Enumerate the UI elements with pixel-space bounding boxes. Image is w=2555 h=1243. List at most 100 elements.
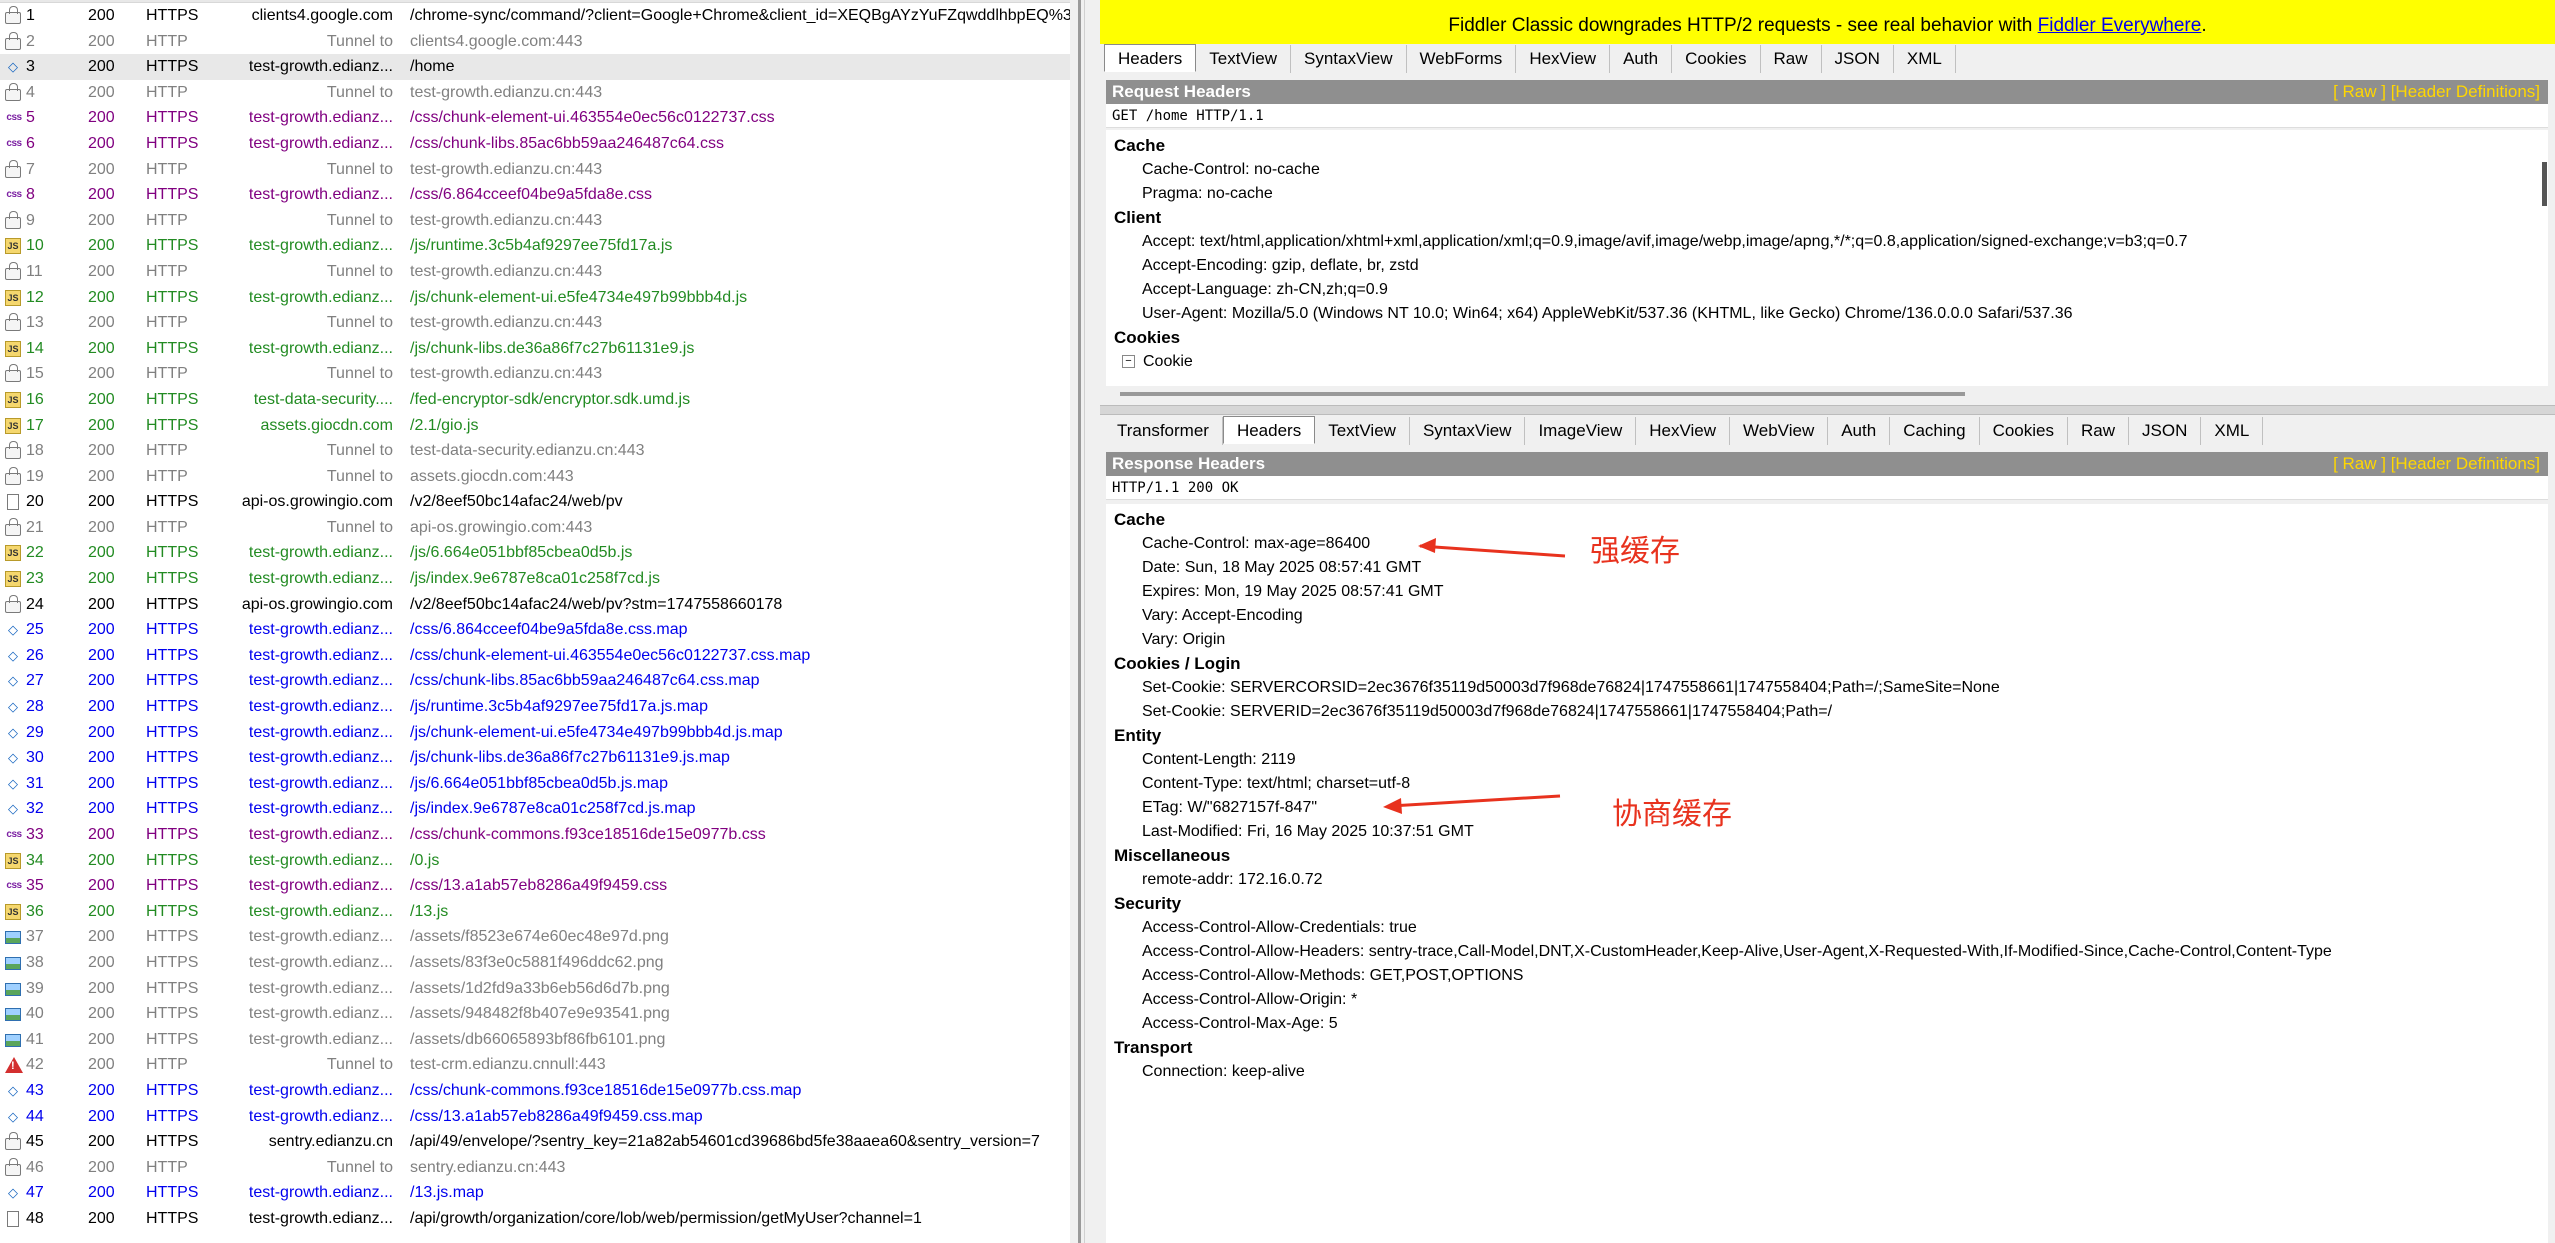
session-row[interactable]: ◇ 26 200 HTTPS test-growth.edianz... /css/chu… bbox=[0, 643, 1070, 669]
session-row[interactable]: 11 200 HTTP Tunnel to test-growth.edianzu.cn… bbox=[0, 259, 1070, 285]
session-row[interactable]: 4 200 HTTP Tunnel to test-growth.edianzu.cn:… bbox=[0, 80, 1070, 106]
session-row[interactable]: 48 200 HTTPS test-growth.edianz... /api/grow… bbox=[0, 1206, 1070, 1232]
session-row[interactable]: 37 200 HTTPS test-growth.edianz... /assets/f… bbox=[0, 924, 1070, 950]
session-row[interactable]: JS 34 200 HTTPS test-growth.edianz... /0.js bbox=[0, 848, 1070, 874]
header-item[interactable]: Access-Control-Max-Age: 5 bbox=[1106, 1012, 2548, 1036]
session-row[interactable]: JS 10 200 HTTPS test-growth.edianz... /js/run… bbox=[0, 233, 1070, 259]
header-item[interactable]: Set-Cookie: SERVERCORSID=2ec3676f35119d5… bbox=[1106, 676, 2548, 700]
session-row[interactable]: 45 200 HTTPS sentry.edianzu.cn/api/49/envel… bbox=[0, 1129, 1070, 1155]
session-row[interactable]: 20 200 HTTPS api-os.growingio.com/v2/8eef50… bbox=[0, 489, 1070, 515]
header-item[interactable]: Access-Control-Allow-Methods: GET,POST,O… bbox=[1106, 964, 2548, 988]
session-row[interactable]: JS 23 200 HTTPS test-growth.edianz... /js/ind… bbox=[0, 566, 1070, 592]
request-header-links[interactable]: [ Raw ] [Header Definitions] bbox=[2333, 80, 2540, 104]
session-row[interactable]: ◇ 30 200 HTTPS test-growth.edianz... /js/chun… bbox=[0, 745, 1070, 771]
session-row[interactable]: 19 200 HTTP Tunnel to assets.giocdn.com:443 bbox=[0, 464, 1070, 490]
tab-textview[interactable]: TextView bbox=[1196, 45, 1291, 73]
header-item[interactable]: Connection: keep-alive bbox=[1106, 1060, 2548, 1084]
session-row[interactable]: JS 12 200 HTTPS test-growth.edianz... /js/chu… bbox=[0, 285, 1070, 311]
session-row[interactable]: ◇ 47 200 HTTPS test-growth.edianz... /13.js.m… bbox=[0, 1180, 1070, 1206]
header-item[interactable]: Cache-Control: no-cache bbox=[1106, 158, 2548, 182]
session-row[interactable]: ◇ 44 200 HTTPS test-growth.edianz... /css/13.… bbox=[0, 1104, 1070, 1130]
header-item[interactable]: Vary: Origin bbox=[1106, 628, 2548, 652]
tab-textview[interactable]: TextView bbox=[1315, 417, 1410, 445]
session-row[interactable]: JS 36 200 HTTPS test-growth.edianz... /13.js bbox=[0, 899, 1070, 925]
tab-raw[interactable]: Raw bbox=[2068, 417, 2130, 445]
header-item[interactable]: Set-Cookie: SERVERID=2ec3676f35119d50003… bbox=[1106, 700, 2548, 724]
header-item[interactable]: Pragma: no-cache bbox=[1106, 182, 2548, 206]
tab-webforms[interactable]: WebForms bbox=[1407, 45, 1517, 73]
pane-splitter[interactable] bbox=[1070, 0, 1100, 1243]
tab-cookies[interactable]: Cookies bbox=[1980, 417, 2068, 445]
header-item[interactable]: Accept-Encoding: gzip, deflate, br, zstd bbox=[1106, 254, 2548, 278]
session-row[interactable]: ◇ 28 200 HTTPS test-growth.edianz... /js/runt… bbox=[0, 694, 1070, 720]
session-list[interactable]: 1 200 HTTPS clients4.google.com/chrome-sync… bbox=[0, 0, 1070, 1243]
session-row[interactable]: css 35 200 HTTPS test-growth.edianz... /css/1… bbox=[0, 873, 1070, 899]
session-row[interactable]: 13 200 HTTP Tunnel to test-growth.edianzu.cn… bbox=[0, 310, 1070, 336]
session-row[interactable]: 24 200 HTTPS api-os.growingio.com/v2/8eef50… bbox=[0, 592, 1070, 618]
header-item[interactable]: Access-Control-Allow-Credentials: true bbox=[1106, 916, 2548, 940]
cookie-tree-node[interactable]: − Cookie bbox=[1106, 350, 2548, 374]
session-row[interactable]: css 5 200 HTTPS test-growth.edianz... /css/ch… bbox=[0, 105, 1070, 131]
header-item[interactable]: Content-Length: 2119 bbox=[1106, 748, 2548, 772]
session-row[interactable]: 2 200 HTTP Tunnel to clients4.google.com:443 bbox=[0, 29, 1070, 55]
request-headers-scrollbar[interactable] bbox=[2542, 162, 2547, 206]
session-row[interactable]: ◇ 27 200 HTTPS test-growth.edianz... /css/chu… bbox=[0, 668, 1070, 694]
session-row[interactable]: ◇ 31 200 HTTPS test-growth.edianz... /js/6.66… bbox=[0, 771, 1070, 797]
session-row[interactable]: 42 200 HTTP Tunnel to test-crm.edianzu.cnnul… bbox=[0, 1052, 1070, 1078]
session-row[interactable]: ◇ 25 200 HTTPS test-growth.edianz... /css/6.8… bbox=[0, 617, 1070, 643]
header-item[interactable]: Expires: Mon, 19 May 2025 08:57:41 GMT bbox=[1106, 580, 2548, 604]
session-row[interactable]: 15 200 HTTP Tunnel to test-growth.edianzu.cn… bbox=[0, 361, 1070, 387]
session-row[interactable]: JS 16 200 HTTPS test-data-security.... /fed-e… bbox=[0, 387, 1070, 413]
session-row[interactable]: 39 200 HTTPS test-growth.edianz... /assets/1… bbox=[0, 976, 1070, 1002]
header-item[interactable]: User-Agent: Mozilla/5.0 (Windows NT 10.0… bbox=[1106, 302, 2548, 326]
session-row[interactable]: ◇ 43 200 HTTPS test-growth.edianz... /css/chu… bbox=[0, 1078, 1070, 1104]
session-row[interactable]: ◇ 32 200 HTTPS test-growth.edianz... /js/inde… bbox=[0, 796, 1070, 822]
session-row[interactable]: css 8 200 HTTPS test-growth.edianz... /css/6.… bbox=[0, 182, 1070, 208]
tab-json[interactable]: JSON bbox=[2129, 417, 2202, 445]
session-row[interactable]: 46 200 HTTP Tunnel to sentry.edianzu.cn:443 bbox=[0, 1155, 1070, 1181]
header-group[interactable]: Miscellaneous bbox=[1106, 844, 2548, 868]
tab-syntaxview[interactable]: SyntaxView bbox=[1291, 45, 1407, 73]
tab-xml[interactable]: XML bbox=[2201, 417, 2264, 445]
header-item[interactable]: Access-Control-Allow-Origin: * bbox=[1106, 988, 2548, 1012]
header-group[interactable]: Cookies bbox=[1106, 326, 2548, 350]
response-header-links[interactable]: [ Raw ] [Header Definitions] bbox=[2333, 452, 2540, 476]
request-headers-hscrollbar[interactable] bbox=[1120, 392, 1965, 396]
session-row[interactable]: 1 200 HTTPS clients4.google.com/chrome-sync… bbox=[0, 3, 1070, 29]
session-row[interactable]: 38 200 HTTPS test-growth.edianz... /assets/8… bbox=[0, 950, 1070, 976]
tab-headers[interactable]: Headers bbox=[1104, 44, 1197, 72]
tab-transformer[interactable]: Transformer bbox=[1104, 417, 1223, 445]
session-row[interactable]: JS 14 200 HTTPS test-growth.edianz... /js/chu… bbox=[0, 336, 1070, 362]
header-item[interactable]: Last-Modified: Fri, 16 May 2025 10:37:51… bbox=[1106, 820, 2548, 844]
session-row[interactable]: css 6 200 HTTPS test-growth.edianz... /css/ch… bbox=[0, 131, 1070, 157]
session-row[interactable]: 21 200 HTTP Tunnel to api-os.growingio.com:4… bbox=[0, 515, 1070, 541]
session-row[interactable]: 40 200 HTTPS test-growth.edianz... /assets/9… bbox=[0, 1001, 1070, 1027]
tab-auth[interactable]: Auth bbox=[1828, 417, 1891, 445]
session-row[interactable]: JS 17 200 HTTPS assets.giocdn.com/2.1/gio.js bbox=[0, 413, 1070, 439]
tab-hexview[interactable]: HexView bbox=[1516, 45, 1611, 73]
session-row[interactable]: 18 200 HTTP Tunnel to test-data-security.edi… bbox=[0, 438, 1070, 464]
tab-imageview[interactable]: ImageView bbox=[1525, 417, 1637, 445]
header-item[interactable]: Date: Sun, 18 May 2025 08:57:41 GMT bbox=[1106, 556, 2548, 580]
header-item[interactable]: ETag: W/"6827157f-847" bbox=[1106, 796, 2548, 820]
session-row[interactable]: ◇ 3 200 HTTPS test-growth.edianz... /home bbox=[0, 54, 1070, 80]
header-item[interactable]: remote-addr: 172.16.0.72 bbox=[1106, 868, 2548, 892]
tab-hexview[interactable]: HexView bbox=[1636, 417, 1731, 445]
header-group[interactable]: Security bbox=[1106, 892, 2548, 916]
header-item[interactable]: Content-Type: text/html; charset=utf-8 bbox=[1106, 772, 2548, 796]
header-item[interactable]: Accept: text/html,application/xhtml+xml,… bbox=[1106, 230, 2548, 254]
header-group[interactable]: Entity bbox=[1106, 724, 2548, 748]
header-group[interactable]: Transport bbox=[1106, 1036, 2548, 1060]
header-item[interactable]: Access-Control-Allow-Headers: sentry-tra… bbox=[1106, 940, 2548, 964]
session-row[interactable]: ◇ 29 200 HTTPS test-growth.edianz... /js/chun… bbox=[0, 720, 1070, 746]
tab-json[interactable]: JSON bbox=[1822, 45, 1894, 73]
collapse-icon[interactable]: − bbox=[1122, 355, 1135, 369]
header-group[interactable]: Cache bbox=[1106, 508, 2548, 532]
header-item[interactable]: Cache-Control: max-age=86400 bbox=[1106, 532, 2548, 556]
tab-headers[interactable]: Headers bbox=[1222, 416, 1316, 444]
fiddler-everywhere-link[interactable]: Fiddler Everywhere bbox=[2038, 15, 2202, 36]
tab-xml[interactable]: XML bbox=[1894, 45, 1956, 73]
header-group[interactable]: Client bbox=[1106, 206, 2548, 230]
tab-raw[interactable]: Raw bbox=[1761, 45, 1822, 73]
header-group[interactable]: Cookies / Login bbox=[1106, 652, 2548, 676]
